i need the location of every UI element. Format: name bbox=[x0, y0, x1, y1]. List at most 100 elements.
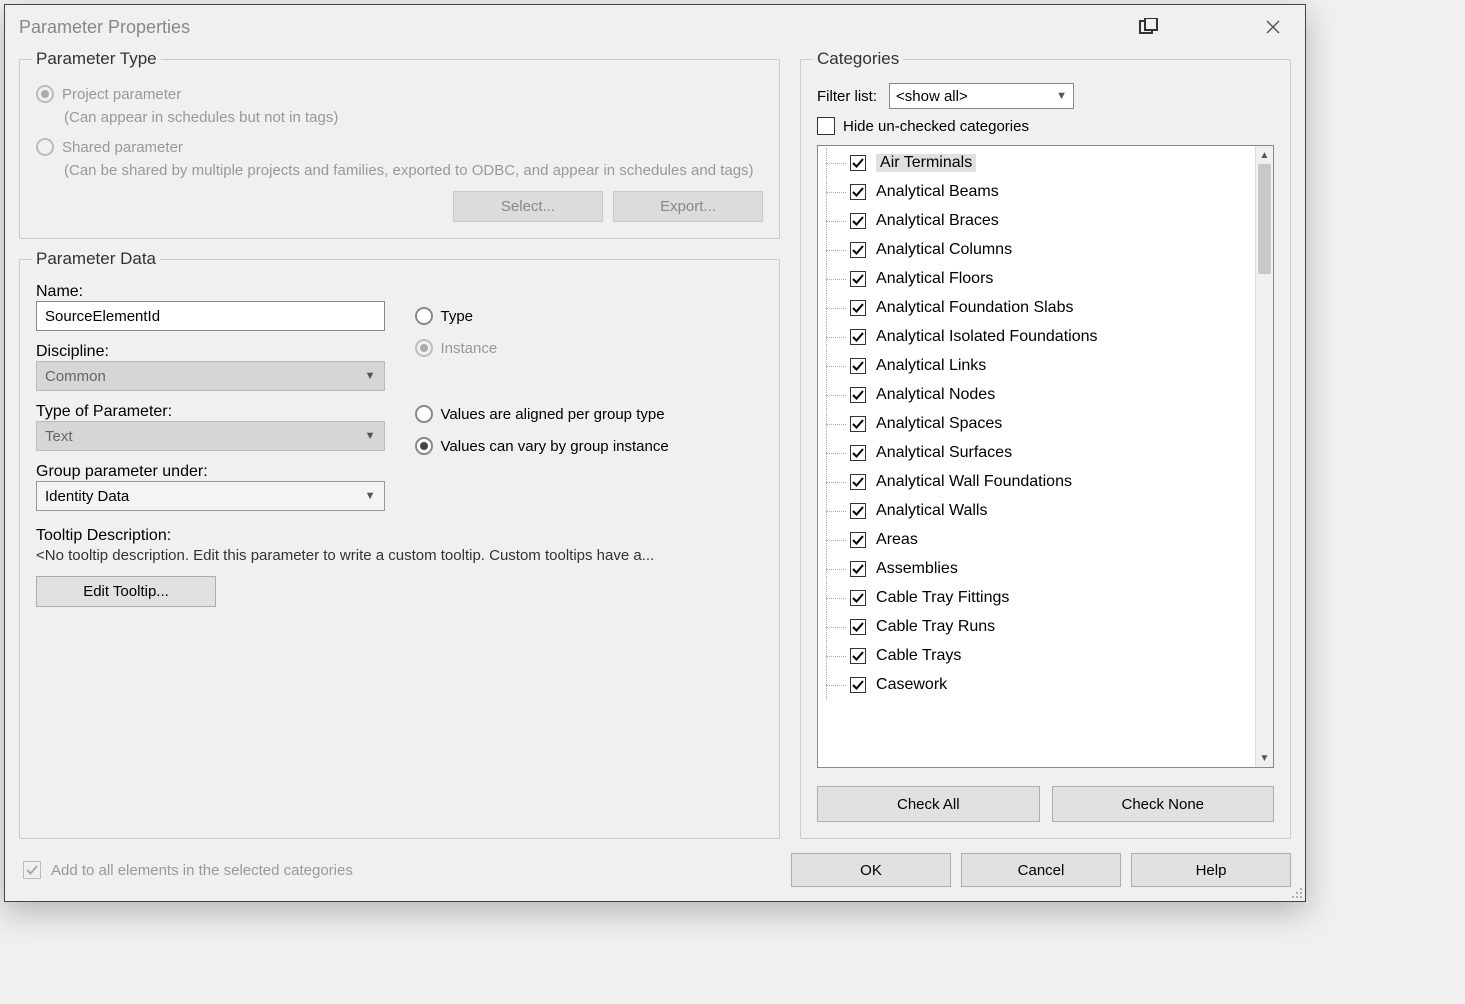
category-checkbox[interactable] bbox=[850, 271, 866, 287]
export-button: Export... bbox=[613, 191, 763, 222]
chevron-down-icon: ▼ bbox=[365, 430, 376, 442]
category-label: Analytical Links bbox=[876, 357, 986, 375]
parameter-data-legend: Parameter Data bbox=[32, 249, 160, 269]
category-label: Analytical Floors bbox=[876, 270, 993, 288]
category-item[interactable]: Analytical Beams bbox=[818, 177, 1255, 206]
filter-list-select[interactable]: <show all> ▼ bbox=[889, 83, 1074, 109]
name-label: Name: bbox=[36, 283, 385, 301]
category-checkbox[interactable] bbox=[850, 474, 866, 490]
filter-list-label: Filter list: bbox=[817, 88, 877, 105]
select-button: Select... bbox=[453, 191, 603, 222]
help-button[interactable]: Help bbox=[1131, 853, 1291, 887]
type-of-parameter-select: Text ▼ bbox=[36, 421, 385, 451]
scroll-up-icon[interactable]: ▲ bbox=[1256, 146, 1273, 164]
category-label: Analytical Isolated Foundations bbox=[876, 328, 1097, 346]
category-label: Analytical Surfaces bbox=[876, 444, 1012, 462]
dialog-title: Parameter Properties bbox=[19, 17, 190, 38]
category-item[interactable]: Areas bbox=[818, 525, 1255, 554]
category-item[interactable]: Analytical Columns bbox=[818, 235, 1255, 264]
values-aligned-radio[interactable]: Values are aligned per group type bbox=[415, 405, 764, 423]
scroll-thumb[interactable] bbox=[1258, 164, 1271, 274]
category-item[interactable]: Cable Tray Runs bbox=[818, 612, 1255, 641]
shared-parameter-hint: (Can be shared by multiple projects and … bbox=[64, 160, 763, 181]
category-checkbox[interactable] bbox=[850, 358, 866, 374]
chevron-down-icon: ▼ bbox=[365, 370, 376, 382]
parameter-properties-dialog: Parameter Properties Parameter Type Proj… bbox=[4, 4, 1306, 902]
categories-legend: Categories bbox=[813, 49, 903, 69]
category-label: Analytical Walls bbox=[876, 502, 987, 520]
category-checkbox[interactable] bbox=[850, 619, 866, 635]
parameter-data-group: Parameter Data Name: Discipline: Common … bbox=[19, 249, 780, 839]
category-label: Cable Tray Runs bbox=[876, 618, 995, 636]
type-of-parameter-label: Type of Parameter: bbox=[36, 403, 385, 421]
category-item[interactable]: Analytical Braces bbox=[818, 206, 1255, 235]
category-item[interactable]: Analytical Floors bbox=[818, 264, 1255, 293]
help-context-icon[interactable] bbox=[1127, 11, 1171, 43]
category-label: Analytical Wall Foundations bbox=[876, 473, 1072, 491]
category-item[interactable]: Analytical Isolated Foundations bbox=[818, 322, 1255, 351]
category-label: Analytical Spaces bbox=[876, 415, 1002, 433]
category-item[interactable]: Analytical Spaces bbox=[818, 409, 1255, 438]
category-checkbox[interactable] bbox=[850, 213, 866, 229]
scroll-down-icon[interactable]: ▼ bbox=[1256, 749, 1273, 767]
category-label: Analytical Beams bbox=[876, 183, 999, 201]
category-checkbox[interactable] bbox=[850, 532, 866, 548]
discipline-label: Discipline: bbox=[36, 343, 385, 361]
category-checkbox[interactable] bbox=[850, 329, 866, 345]
name-input[interactable] bbox=[36, 301, 385, 331]
scrollbar[interactable]: ▲ ▼ bbox=[1255, 146, 1273, 767]
category-checkbox[interactable] bbox=[850, 677, 866, 693]
chevron-down-icon: ▼ bbox=[1056, 90, 1067, 102]
category-label: Analytical Braces bbox=[876, 212, 999, 230]
category-item[interactable]: Analytical Walls bbox=[818, 496, 1255, 525]
category-item[interactable]: Cable Tray Fittings bbox=[818, 583, 1255, 612]
category-checkbox[interactable] bbox=[850, 503, 866, 519]
discipline-select: Common ▼ bbox=[36, 361, 385, 391]
category-checkbox[interactable] bbox=[850, 561, 866, 577]
category-label: Analytical Columns bbox=[876, 241, 1012, 259]
category-checkbox[interactable] bbox=[850, 445, 866, 461]
add-to-all-label: Add to all elements in the selected cate… bbox=[51, 862, 353, 879]
category-item[interactable]: Casework bbox=[818, 670, 1255, 699]
category-label: Analytical Nodes bbox=[876, 386, 995, 404]
category-checkbox[interactable] bbox=[850, 387, 866, 403]
category-label: Casework bbox=[876, 676, 947, 694]
categories-group: Categories Filter list: <show all> ▼ Hid… bbox=[800, 49, 1291, 839]
category-item[interactable]: Analytical Links bbox=[818, 351, 1255, 380]
project-parameter-hint: (Can appear in schedules but not in tags… bbox=[64, 107, 763, 128]
category-label: Air Terminals bbox=[876, 154, 976, 172]
cancel-button[interactable]: Cancel bbox=[961, 853, 1121, 887]
category-label: Cable Trays bbox=[876, 647, 961, 665]
chevron-down-icon: ▼ bbox=[365, 490, 376, 502]
hide-unchecked-checkbox[interactable]: Hide un-checked categories bbox=[817, 117, 1274, 135]
category-checkbox[interactable] bbox=[850, 242, 866, 258]
check-all-button[interactable]: Check All bbox=[817, 786, 1040, 822]
category-label: Assemblies bbox=[876, 560, 958, 578]
ok-button[interactable]: OK bbox=[791, 853, 951, 887]
category-item[interactable]: Analytical Wall Foundations bbox=[818, 467, 1255, 496]
instance-radio: Instance bbox=[415, 339, 764, 357]
category-checkbox[interactable] bbox=[850, 648, 866, 664]
check-none-button[interactable]: Check None bbox=[1052, 786, 1275, 822]
type-radio[interactable]: Type bbox=[415, 307, 764, 325]
category-checkbox[interactable] bbox=[850, 300, 866, 316]
close-icon[interactable] bbox=[1251, 11, 1295, 43]
category-item[interactable]: Cable Trays bbox=[818, 641, 1255, 670]
categories-tree: Air Terminals Analytical Beams Analytical … bbox=[817, 145, 1274, 768]
category-item[interactable]: Analytical Surfaces bbox=[818, 438, 1255, 467]
category-checkbox[interactable] bbox=[850, 590, 866, 606]
category-label: Analytical Foundation Slabs bbox=[876, 299, 1073, 317]
edit-tooltip-button[interactable]: Edit Tooltip... bbox=[36, 576, 216, 607]
category-item[interactable]: Analytical Foundation Slabs bbox=[818, 293, 1255, 322]
resize-grip-icon[interactable] bbox=[1289, 885, 1303, 899]
group-under-select[interactable]: Identity Data ▼ bbox=[36, 481, 385, 511]
category-item[interactable]: Analytical Nodes bbox=[818, 380, 1255, 409]
category-item[interactable]: Assemblies bbox=[818, 554, 1255, 583]
category-checkbox[interactable] bbox=[850, 184, 866, 200]
values-vary-radio[interactable]: Values can vary by group instance bbox=[415, 437, 764, 455]
category-checkbox[interactable] bbox=[850, 155, 866, 171]
category-label: Cable Tray Fittings bbox=[876, 589, 1009, 607]
category-checkbox[interactable] bbox=[850, 416, 866, 432]
category-item[interactable]: Air Terminals bbox=[818, 148, 1255, 177]
tooltip-description-label: Tooltip Description: bbox=[36, 527, 763, 545]
